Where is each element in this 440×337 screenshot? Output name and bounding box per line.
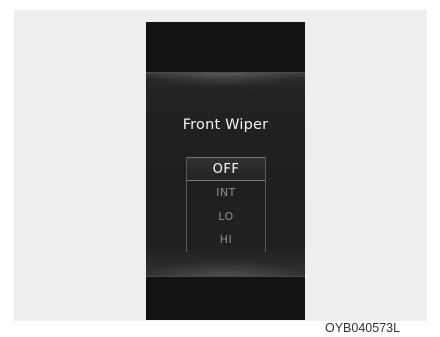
wiper-option-off[interactable]: OFF [187, 157, 265, 181]
figure-code: OYB040573L [325, 321, 401, 335]
wiper-option-lo[interactable]: LO [187, 205, 265, 229]
display-bottom-band [146, 277, 305, 320]
front-wiper-title: Front Wiper [182, 117, 269, 133]
wiper-option-int[interactable]: INT [187, 181, 265, 205]
cluster-display-panel: Front Wiper OFF INT LO HI [146, 22, 305, 320]
wiper-mode-menu: OFF INT LO HI [186, 157, 266, 252]
wiper-option-hi[interactable]: HI [187, 228, 265, 252]
display-top-band [146, 22, 305, 72]
